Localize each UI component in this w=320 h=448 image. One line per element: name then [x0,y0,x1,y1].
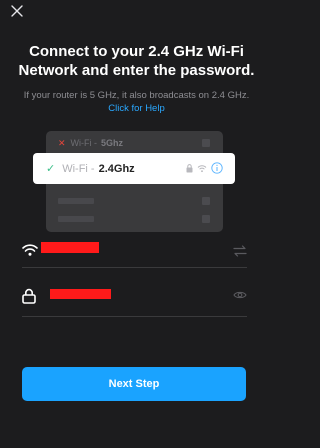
illustration-24ghz-prefix: Wi-Fi - [62,162,95,175]
close-button[interactable] [8,3,26,21]
illustration-placeholder-bar [58,216,94,222]
illustration-24ghz-band: 2.4Ghz [98,162,135,175]
help-link[interactable]: Click for Help [108,103,165,114]
password-field[interactable] [22,288,247,317]
redacted-password [50,289,111,299]
wifi-icon [22,244,38,256]
next-step-button[interactable]: Next Step [22,367,246,401]
info-icon [211,162,223,174]
illustration-placeholder-bar [58,198,94,204]
network-name-field[interactable] [22,239,247,268]
card-icons [186,162,223,174]
subtitle-text: If your router is 5 GHz, it also broadca… [23,90,250,101]
close-icon [11,5,23,17]
page-subtitle: If your router is 5 GHz, it also broadca… [18,89,255,115]
illustration-row-5ghz: ✕ Wi-Fi - 5Ghz [58,137,218,149]
illustration-5ghz-prefix: Wi-Fi - [70,138,98,148]
eye-icon[interactable] [233,290,247,300]
check-icon: ✓ [46,163,56,175]
illustration-square [202,197,210,205]
wifi-small-icon [197,164,207,172]
cross-icon: ✕ [58,137,66,148]
page-title: Connect to your 2.4 GHz Wi-Fi Network an… [18,43,255,79]
illustration-square [202,139,210,147]
illustration-5ghz-band: 5Ghz [101,138,124,148]
illustration-square [202,215,210,223]
illustration-card-24ghz: ✓ Wi-Fi - 2.4Ghz [33,153,235,184]
swap-icon[interactable] [233,245,247,257]
lock-icon [22,288,36,304]
redacted-network-name [41,242,99,253]
lock-small-icon [186,163,193,172]
